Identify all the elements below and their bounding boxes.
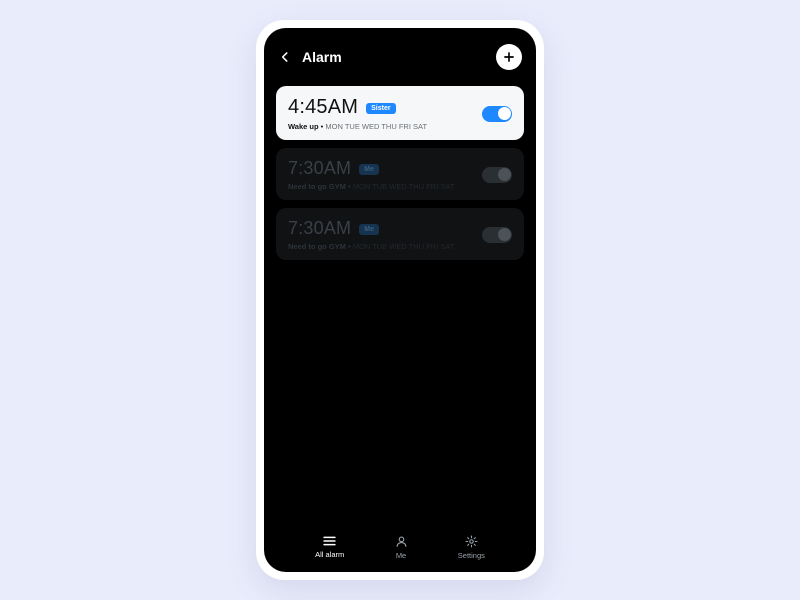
- tab-settings[interactable]: Settings: [458, 535, 485, 560]
- alarm-toggle[interactable]: [482, 106, 512, 122]
- tab-bar: All alarm Me Settings: [264, 526, 536, 572]
- tab-all-alarm[interactable]: All alarm: [315, 535, 344, 559]
- tab-label: Settings: [458, 551, 485, 560]
- tab-label: All alarm: [315, 550, 344, 559]
- alarm-card[interactable]: 7:30AM Me Need to go GYM • MON TUE WED T…: [276, 148, 524, 200]
- add-alarm-button[interactable]: [496, 44, 522, 70]
- alarm-label: Need to go GYM: [288, 242, 346, 251]
- phone-frame: Alarm 4:45AM Sister Wake up •: [256, 20, 544, 580]
- alarm-toggle[interactable]: [482, 227, 512, 243]
- alarm-toggle[interactable]: [482, 167, 512, 183]
- plus-icon: [502, 50, 516, 64]
- app-screen: Alarm 4:45AM Sister Wake up •: [264, 28, 536, 572]
- alarm-days: MON TUE WED THU FRI SAT: [325, 122, 427, 131]
- alarm-time: 7:30AM: [288, 218, 351, 239]
- alarm-card[interactable]: 4:45AM Sister Wake up • MON TUE WED THU …: [276, 86, 524, 140]
- page-title: Alarm: [302, 49, 342, 65]
- alarm-days: MON TUE WED THU FRI SAT: [353, 242, 455, 251]
- alarm-time: 4:45AM: [288, 96, 358, 119]
- alarm-tag: Sister: [366, 103, 395, 114]
- tab-label: Me: [396, 551, 406, 560]
- app-header: Alarm: [264, 28, 536, 80]
- chevron-left-icon: [278, 50, 292, 64]
- alarm-list: 4:45AM Sister Wake up • MON TUE WED THU …: [264, 80, 536, 526]
- back-button[interactable]: [274, 46, 296, 68]
- alarm-time: 7:30AM: [288, 158, 351, 179]
- alarm-label: Need to go GYM: [288, 182, 346, 191]
- alarm-card[interactable]: 7:30AM Me Need to go GYM • MON TUE WED T…: [276, 208, 524, 260]
- gear-icon: [465, 535, 478, 548]
- person-icon: [395, 535, 408, 548]
- alarm-tag: Me: [359, 164, 379, 175]
- alarm-label: Wake up: [288, 122, 319, 131]
- list-icon: [322, 535, 337, 547]
- tab-me[interactable]: Me: [395, 535, 408, 560]
- alarm-tag: Me: [359, 224, 379, 235]
- alarm-days: MON TUE WED THU FRI SAT: [353, 182, 455, 191]
